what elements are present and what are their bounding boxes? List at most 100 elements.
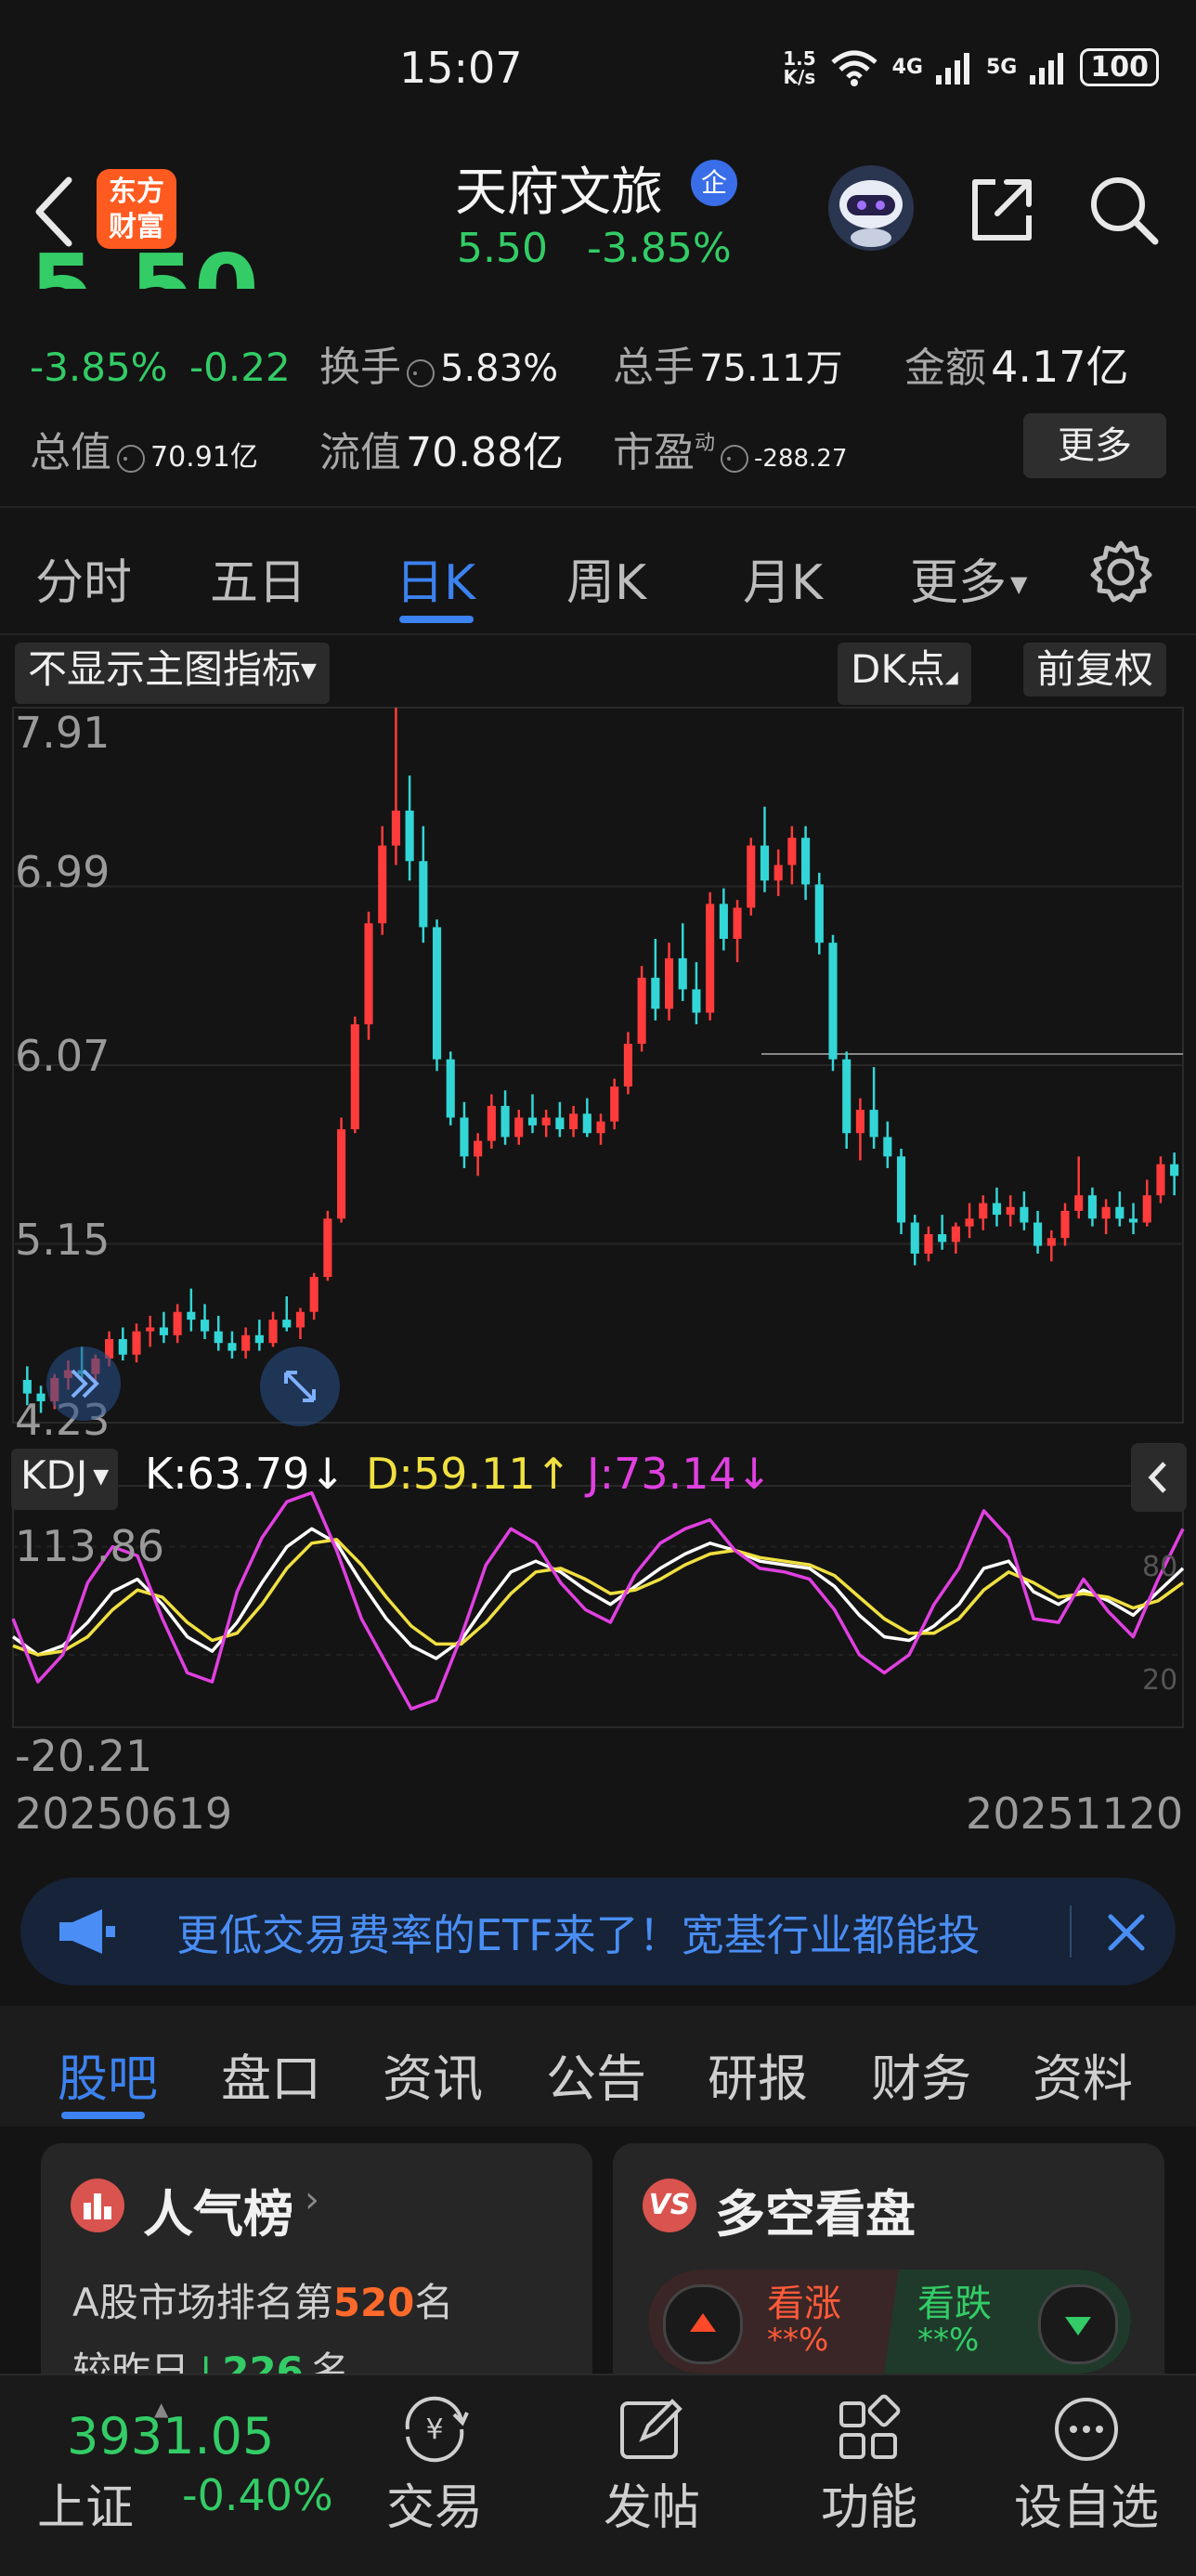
fullscreen-button[interactable] <box>260 1347 340 1426</box>
promo-banner[interactable]: 更低交易费率的ETF来了！宽基行业都能投 <box>20 1878 1176 1985</box>
tab-profile[interactable]: 资料 <box>1033 2037 1133 2111</box>
tab-announcements[interactable]: 公告 <box>546 2037 646 2111</box>
tab-research[interactable]: 研报 <box>708 2037 808 2111</box>
candle-body <box>760 845 770 881</box>
quote-change-abs: -0.22 <box>189 345 291 390</box>
search-icon[interactable] <box>1086 173 1161 247</box>
nav-functions[interactable]: 功能 <box>776 2375 962 2538</box>
dk-point-button[interactable]: DK点◢ <box>838 643 971 705</box>
share-icon[interactable] <box>964 173 1038 247</box>
candle-body <box>460 1117 469 1157</box>
nav-post[interactable]: 发帖 <box>559 2375 745 2538</box>
quote-big-price: 5.50 <box>30 234 259 289</box>
market-cap-value: 70.91亿 <box>150 441 258 474</box>
index-ticker[interactable]: 3931.05 <box>67 2407 274 2465</box>
tab-five-day[interactable]: 五日 <box>210 543 306 613</box>
adjust-mode-button[interactable]: 前复权 <box>1023 643 1167 696</box>
enterprise-badge: 企 <box>691 160 737 206</box>
candle-body <box>1060 1210 1070 1239</box>
candle-body <box>883 1137 892 1157</box>
status-icons: 1.5 K/s 4G 5G 100 <box>783 48 1159 86</box>
battery-icon: 100 <box>1080 48 1159 86</box>
nav-trade[interactable]: ¥ 交易 <box>342 2375 527 2538</box>
candle-body <box>323 1218 332 1278</box>
candle-body <box>1101 1206 1111 1219</box>
date-start-label: 20250619 <box>15 1789 233 1839</box>
down-arrow-icon: ↓ <box>735 1449 773 1499</box>
caret-down-icon: ▼ <box>301 659 317 683</box>
bear-vote-button[interactable] <box>1038 2284 1118 2364</box>
close-icon[interactable] <box>1103 1909 1150 1956</box>
candle-body <box>1046 1238 1056 1246</box>
kdj-select[interactable]: KDJ ▼ <box>11 1449 119 1510</box>
candle-body <box>200 1320 210 1332</box>
info-icon[interactable] <box>117 444 145 473</box>
candle-body <box>487 1105 496 1141</box>
header-price-value: 5.50 <box>457 225 548 272</box>
float-cap-field: 流值 70.88亿 <box>319 419 564 478</box>
logo-line1: 东方 <box>109 176 164 208</box>
more-quote-button[interactable]: 更多 <box>1023 413 1166 478</box>
tab-more[interactable]: 更多 ▼ <box>910 543 1027 613</box>
tab-weekly-k[interactable]: 周K <box>566 543 646 613</box>
candle-body <box>623 1043 632 1087</box>
apps-grid-icon <box>839 2394 901 2459</box>
tab-intraday[interactable]: 分时 <box>35 543 132 613</box>
collapse-panel-button[interactable] <box>46 1347 121 1421</box>
kline-chart-svg[interactable] <box>0 706 1196 1839</box>
bottom-nav: 3931.05 ▲ 上证 -0.40% ¥ 交易 发帖 功能 设自选 <box>0 2374 1196 2576</box>
candle-body <box>228 1343 237 1351</box>
info-icon[interactable] <box>407 358 435 387</box>
candle-body <box>869 1110 878 1138</box>
header-change-pct: -3.85% <box>586 225 732 272</box>
quote-summary: 5.50 -3.85% -0.22 换手 5.83% 总手 75.11万 金额 4… <box>0 234 1196 506</box>
candle-body <box>309 1277 318 1312</box>
kdj-panel-frame <box>12 1485 1184 1728</box>
network-4g-label: 4G <box>891 56 923 79</box>
gear-icon[interactable] <box>1088 540 1153 605</box>
candle-body <box>664 957 674 1009</box>
candle-body <box>692 989 701 1013</box>
triangle-up-icon <box>690 2313 716 2332</box>
tab-order-book[interactable]: 盘口 <box>221 2037 321 2111</box>
tab-more-label: 更多 <box>910 555 1008 611</box>
tab-active-indicator <box>399 616 474 623</box>
candle-body <box>474 1140 483 1157</box>
tab-news[interactable]: 资讯 <box>383 2037 483 2111</box>
candle-body <box>678 957 687 990</box>
header-price: 5.50 -3.85% <box>457 225 732 272</box>
price-tick-label: 7.91 <box>15 708 110 758</box>
tab-daily-k[interactable]: 日K <box>396 543 475 613</box>
candle-body <box>1170 1164 1179 1177</box>
nav-post-label: 发帖 <box>603 2480 700 2536</box>
signal-icon-2 <box>1030 52 1064 85</box>
candle-body <box>1074 1195 1084 1211</box>
caret-down-icon: ▼ <box>93 1465 110 1489</box>
tab-financials[interactable]: 财务 <box>871 2037 971 2111</box>
market-rank-value: 520 <box>332 2280 415 2325</box>
bull-vote-button[interactable] <box>663 2284 743 2364</box>
dk-point-label: DK点 <box>851 646 945 692</box>
candle-body <box>405 810 414 862</box>
info-icon[interactable] <box>721 444 749 473</box>
quote-change-pct: -3.85% <box>30 345 168 390</box>
bull-label: 看涨 <box>767 2283 841 2325</box>
amount-field: 金额 4.17亿 <box>904 333 1129 395</box>
candle-body <box>706 904 715 1013</box>
candle-body <box>364 923 373 1025</box>
float-cap-value: 70.88亿 <box>406 429 565 476</box>
expand-side-panel-button[interactable] <box>1131 1443 1187 1512</box>
kline-chart-area: 不显示主图指标▼ DK点◢ 前复权 7.91 6.99 6.07 5.15 4.… <box>0 631 1196 1839</box>
kdj-k-label: K:63.79 <box>145 1449 310 1499</box>
market-rank: A股市场排名第520名 <box>72 2271 453 2328</box>
main-indicator-select[interactable]: 不显示主图指标▼ <box>15 643 330 704</box>
up-arrow-icon: ↑ <box>535 1449 572 1499</box>
nav-watchlist[interactable]: 设自选 <box>994 2375 1179 2538</box>
tab-forum[interactable]: 股吧 <box>58 2037 158 2111</box>
signal-icon <box>936 52 969 85</box>
candle-body <box>500 1105 510 1138</box>
period-tabs: 分时 五日 日K 周K 月K 更多 ▼ <box>0 506 1196 635</box>
price-tick-label: 6.07 <box>15 1031 110 1081</box>
robot-assistant-icon[interactable] <box>826 163 916 253</box>
tab-monthly-k[interactable]: 月K <box>743 543 823 613</box>
